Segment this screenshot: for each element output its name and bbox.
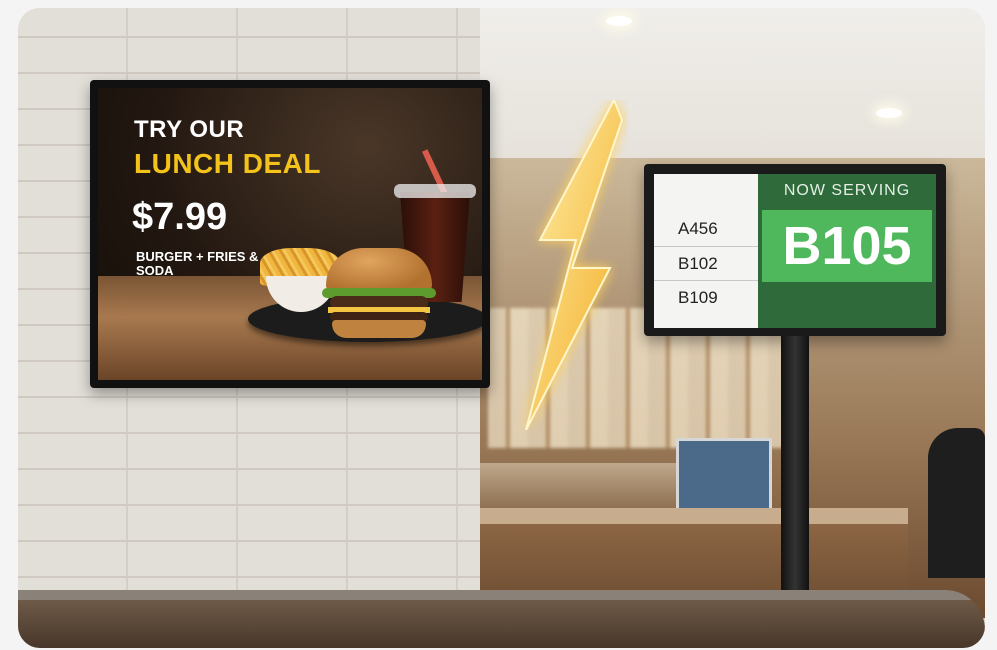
burger-bun-top: [326, 248, 432, 292]
promo-line-1: TRY OUR: [134, 116, 245, 143]
queue-list: A456 B102 B109: [654, 174, 758, 328]
back-counter: [478, 463, 688, 513]
promo-description: BURGER + FRIES & SODA: [136, 249, 259, 278]
menu-display-tv: TRY OUR LUNCH DEAL $7.99 BURGER + FRIES …: [90, 80, 490, 388]
queue-item: B109: [654, 280, 758, 313]
promo-price: $7.99: [132, 196, 228, 238]
queue-item: B102: [654, 246, 758, 279]
promo-line-2: LUNCH DEAL: [134, 148, 321, 179]
ceiling-light: [606, 16, 632, 26]
cash-register: [676, 438, 772, 514]
ceiling-light: [876, 108, 902, 118]
now-serving-panel: NOW SERVING B105: [758, 174, 936, 328]
staff-member: [928, 428, 985, 578]
queue-item: A456: [678, 219, 718, 238]
now-serving-display: A456 B102 B109 NOW SERVING B105: [644, 164, 946, 336]
front-counter: [18, 590, 985, 648]
burger-bun-bottom: [332, 320, 426, 338]
now-serving-header: NOW SERVING: [783, 182, 911, 199]
photo-frame: TRY OUR LUNCH DEAL $7.99 BURGER + FRIES …: [18, 8, 985, 648]
menu-display-screen: TRY OUR LUNCH DEAL $7.99 BURGER + FRIES …: [98, 88, 482, 380]
soda-lid: [394, 184, 476, 198]
current-order-number: B105: [762, 210, 932, 282]
lightning-bolt-icon: [525, 100, 624, 430]
